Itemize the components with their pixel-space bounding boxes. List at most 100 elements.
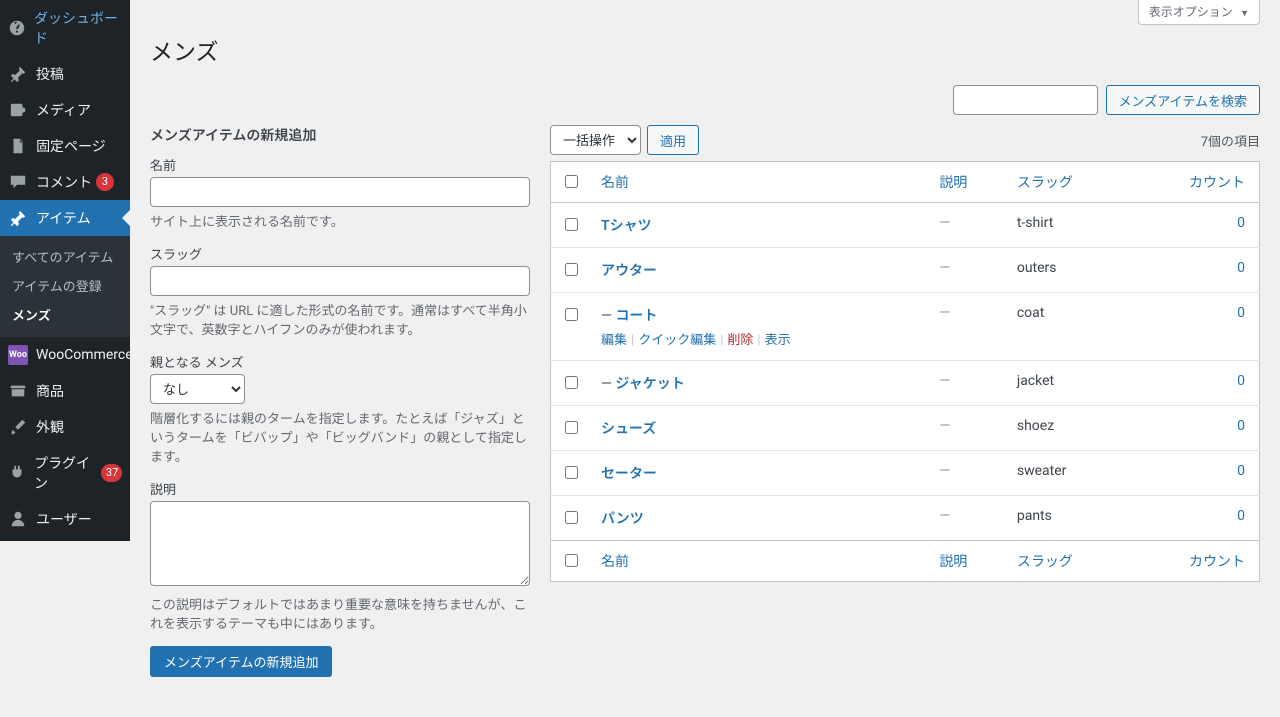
slug-input[interactable]: [150, 266, 530, 296]
row-checkbox[interactable]: [565, 263, 578, 276]
sidebar-item-posts[interactable]: 投稿: [0, 56, 130, 92]
row-checkbox[interactable]: [565, 376, 578, 389]
sidebar-item-label: コメント: [36, 172, 92, 192]
plug-icon: [8, 463, 26, 483]
row-description: —: [939, 215, 950, 231]
media-icon: [8, 100, 28, 120]
row-title-link[interactable]: シューズ: [601, 421, 656, 437]
table-row: セーター — sweater 0: [551, 451, 1260, 496]
row-count-link[interactable]: 0: [1237, 373, 1245, 389]
row-title-link[interactable]: アウター: [601, 263, 657, 279]
column-description[interactable]: 説明: [929, 162, 1006, 203]
name-input[interactable]: [150, 177, 530, 207]
sidebar-item-label: アイテム: [36, 208, 91, 228]
row-slug: shoez: [1007, 406, 1130, 451]
sidebar-item-appearance[interactable]: 外観: [0, 409, 130, 445]
sidebar-item-items[interactable]: アイテム: [0, 200, 130, 236]
column-slug[interactable]: スラッグ: [1007, 162, 1130, 203]
sidebar-item-media[interactable]: メディア: [0, 92, 130, 128]
sidebar-item-label: ダッシュボード: [34, 8, 122, 48]
sidebar-sub-mens[interactable]: メンズ: [0, 300, 130, 329]
row-action-view[interactable]: 表示: [765, 333, 791, 348]
select-all-checkbox-footer[interactable]: [565, 554, 578, 567]
row-slug: sweater: [1007, 451, 1130, 496]
row-checkbox[interactable]: [565, 218, 578, 231]
row-slug: coat: [1007, 293, 1130, 361]
select-all-checkbox[interactable]: [565, 175, 578, 188]
items-count: 7個の項目: [1201, 131, 1260, 150]
description-label: 説明: [150, 479, 530, 498]
screen-meta: 表示オプション ▼: [150, 0, 1260, 25]
table-row: Tシャツ — t-shirt 0: [551, 203, 1260, 248]
sidebar-item-comments[interactable]: コメント 3: [0, 164, 130, 200]
sidebar-item-dashboard[interactable]: ダッシュボード: [0, 0, 130, 56]
row-slug: t-shirt: [1007, 203, 1130, 248]
row-description: —: [939, 373, 950, 389]
slug-description: "スラッグ" は URL に適した形式の名前です。通常はすべて半角小文字で、英数…: [150, 300, 530, 338]
row-description: —: [939, 305, 950, 321]
row-title-link[interactable]: Tシャツ: [601, 218, 652, 234]
row-actions: 編集|クイック編集|削除|表示: [601, 329, 919, 348]
comment-icon: [8, 172, 28, 192]
row-count-link[interactable]: 0: [1237, 305, 1245, 321]
row-checkbox[interactable]: [565, 421, 578, 434]
row-count-link[interactable]: 0: [1237, 260, 1245, 276]
page-icon: [8, 136, 28, 156]
row-slug: jacket: [1007, 361, 1130, 406]
column-name[interactable]: 名前: [591, 162, 929, 203]
bulk-apply-button[interactable]: 適用: [647, 125, 699, 155]
pin-icon: [8, 64, 28, 84]
sidebar-item-users[interactable]: ユーザー: [0, 501, 130, 537]
sidebar-item-plugins[interactable]: プラグイン 37: [0, 445, 130, 501]
submit-button[interactable]: メンズアイテムの新規追加: [150, 646, 332, 677]
row-count-link[interactable]: 0: [1237, 215, 1245, 231]
column-count[interactable]: カウント: [1130, 162, 1260, 203]
sidebar-item-tools[interactable]: ツール: [0, 537, 130, 541]
table-row: — コート編集|クイック編集|削除|表示—coat0: [551, 293, 1260, 361]
plugin-update-badge: 37: [101, 464, 122, 482]
search-input[interactable]: [953, 85, 1098, 115]
form-heading: メンズアイテムの新規追加: [150, 125, 530, 145]
archive-icon: [8, 381, 28, 401]
row-description: —: [939, 463, 950, 479]
page-title: メンズ: [150, 33, 1260, 67]
row-count-link[interactable]: 0: [1237, 418, 1245, 434]
row-description: —: [939, 418, 950, 434]
row-count-link[interactable]: 0: [1237, 463, 1245, 479]
row-checkbox[interactable]: [565, 511, 578, 524]
parent-select[interactable]: なし: [150, 374, 245, 404]
sidebar-sub-add-item[interactable]: アイテムの登録: [0, 271, 130, 300]
sidebar-item-label: 商品: [36, 381, 64, 401]
row-action-edit[interactable]: 編集: [601, 333, 627, 348]
sidebar-item-products[interactable]: 商品: [0, 373, 130, 409]
column-description-footer[interactable]: 説明: [929, 541, 1006, 582]
row-title-link[interactable]: ジャケット: [615, 376, 684, 392]
column-name-footer[interactable]: 名前: [591, 541, 929, 582]
search-button[interactable]: メンズアイテムを検索: [1106, 85, 1260, 115]
slug-label: スラッグ: [150, 244, 530, 263]
row-slug: outers: [1007, 248, 1130, 293]
row-prefix: —: [601, 376, 615, 392]
row-title-link[interactable]: セーター: [601, 466, 657, 482]
row-action-delete[interactable]: 削除: [727, 333, 753, 348]
woocommerce-icon: Woo: [8, 345, 28, 365]
row-title-link[interactable]: パンツ: [601, 511, 644, 527]
pin-icon: [8, 208, 28, 228]
row-count-link[interactable]: 0: [1237, 508, 1245, 524]
row-slug: pants: [1007, 496, 1130, 541]
sidebar-item-pages[interactable]: 固定ページ: [0, 128, 130, 164]
bulk-action-select[interactable]: 一括操作: [550, 125, 641, 155]
column-count-footer[interactable]: カウント: [1130, 541, 1260, 582]
row-checkbox[interactable]: [565, 466, 578, 479]
row-checkbox[interactable]: [565, 308, 578, 321]
description-textarea[interactable]: [150, 501, 530, 586]
column-slug-footer[interactable]: スラッグ: [1007, 541, 1130, 582]
screen-options-label: 表示オプション: [1149, 5, 1233, 19]
name-description: サイト上に表示される名前です。: [150, 211, 530, 230]
screen-options-button[interactable]: 表示オプション ▼: [1138, 0, 1260, 25]
row-title-link[interactable]: コート: [615, 308, 657, 324]
row-action-quick-edit[interactable]: クイック編集: [638, 333, 716, 348]
sidebar-sub-all-items[interactable]: すべてのアイテム: [0, 242, 130, 271]
sidebar-item-woocommerce[interactable]: Woo WooCommerce: [0, 337, 130, 373]
sidebar-item-label: 外観: [36, 417, 64, 437]
